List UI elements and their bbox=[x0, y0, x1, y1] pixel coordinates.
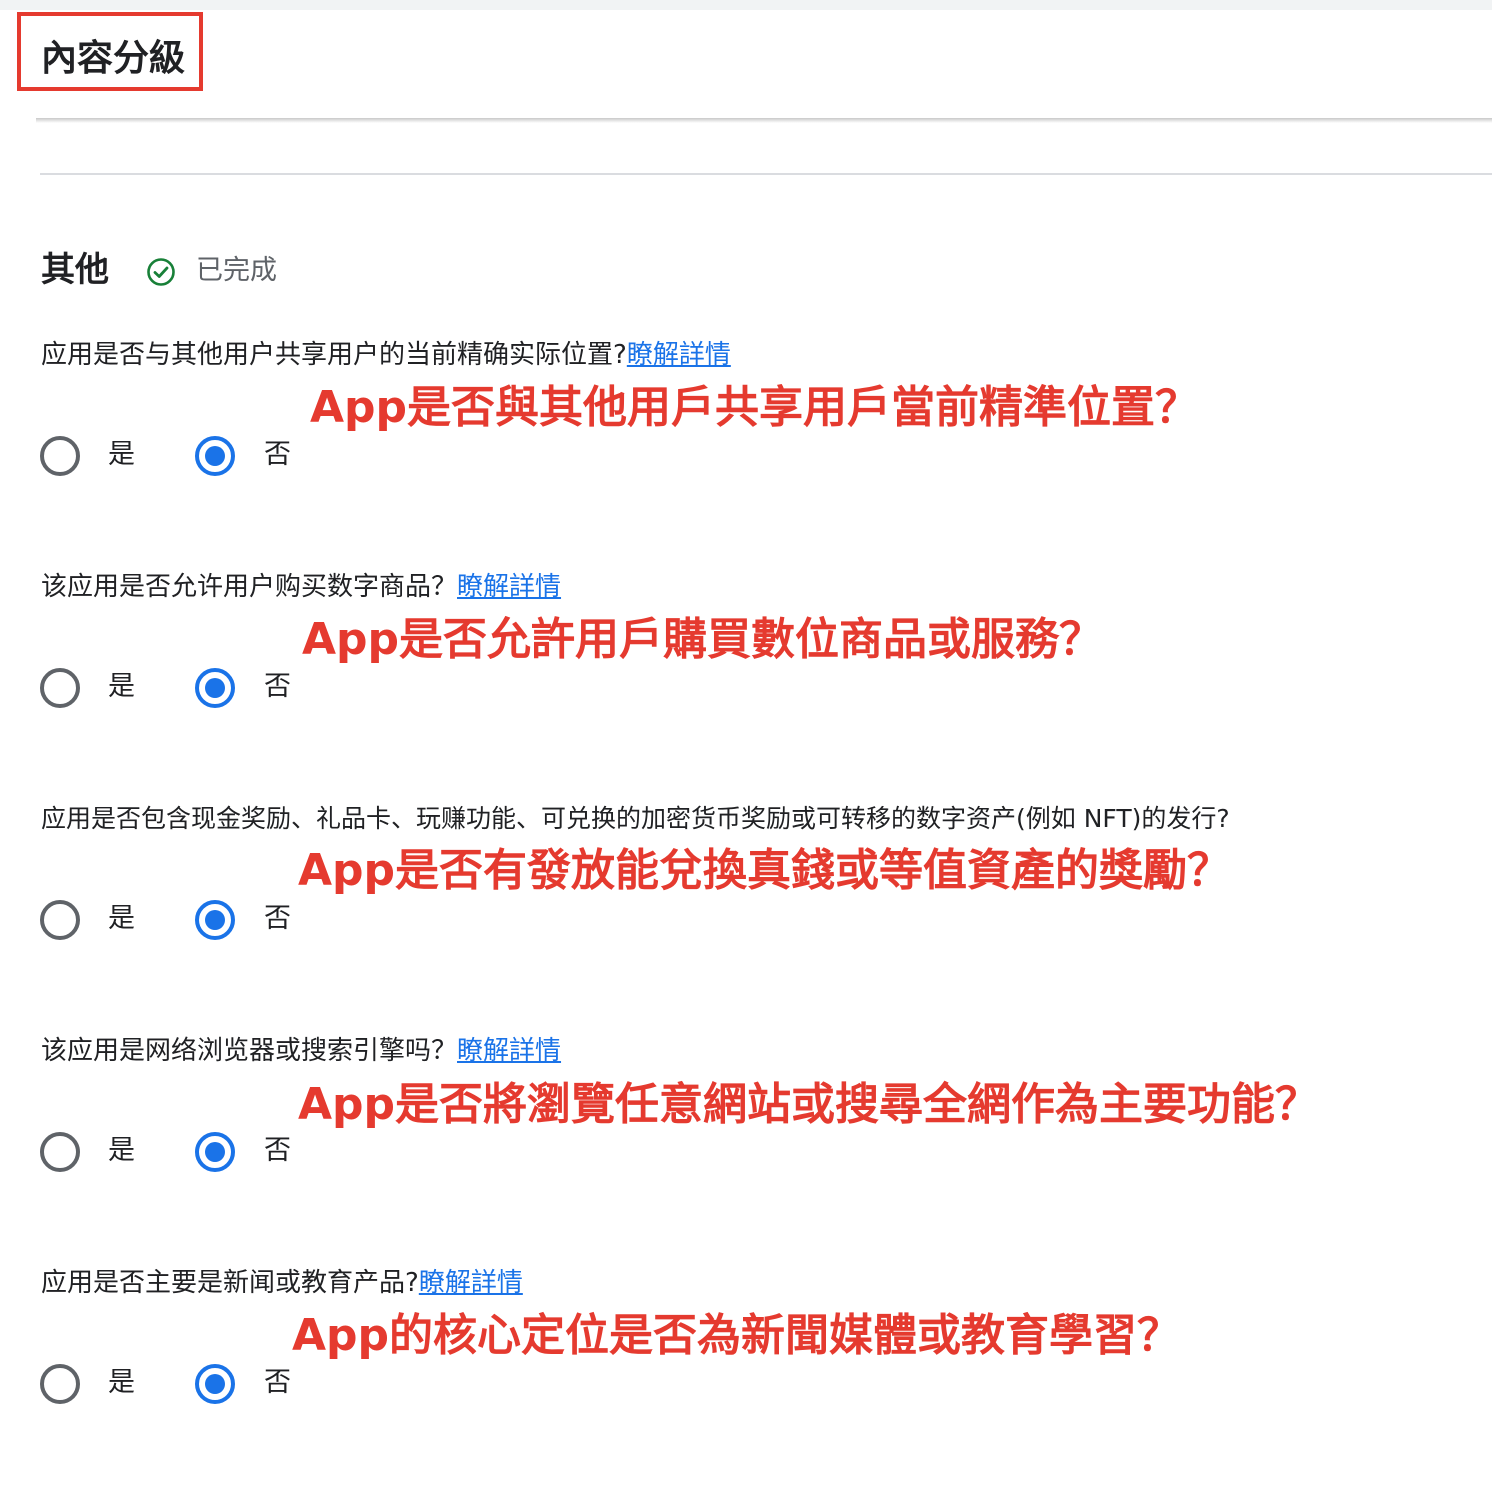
question-text: 应用是否包含现金奖励、礼品卡、玩赚功能、可兑换的加密货币奖励或可转移的数字资产(… bbox=[41, 804, 1230, 833]
learn-more-link[interactable]: 瞭解詳情 bbox=[627, 340, 731, 370]
radio-yes-digital-purchases[interactable] bbox=[40, 668, 80, 708]
option-label-yes: 是 bbox=[108, 903, 135, 934]
radio-yes-browser-search[interactable] bbox=[40, 1132, 80, 1172]
option-label-no: 否 bbox=[264, 1367, 291, 1398]
annotation-location-sharing: App是否與其他用戶共享用戶當前精準位置？ bbox=[310, 382, 1200, 433]
radio-yes-cash-rewards[interactable] bbox=[40, 900, 80, 940]
question-digital-purchases: 该应用是否允许用户购买数字商品？瞭解詳情 bbox=[41, 569, 561, 605]
option-label-no: 否 bbox=[264, 671, 291, 702]
question-text: 该应用是否允许用户购买数字商品？ bbox=[41, 572, 458, 602]
question-browser-search: 该应用是网络浏览器或搜索引擎吗？瞭解詳情 bbox=[41, 1033, 561, 1069]
option-label-yes: 是 bbox=[108, 1367, 135, 1398]
option-label-no: 否 bbox=[264, 903, 291, 934]
learn-more-link[interactable]: 瞭解詳情 bbox=[457, 1036, 561, 1066]
radio-yes-news-education[interactable] bbox=[40, 1364, 80, 1404]
option-label-no: 否 bbox=[264, 1135, 291, 1166]
radio-no-news-education[interactable] bbox=[195, 1364, 235, 1404]
question-news-education: 应用是否主要是新闻或教育产品?瞭解詳情 bbox=[41, 1265, 523, 1301]
question-location-sharing: 应用是否与其他用户共享用户的当前精确实际位置?瞭解詳情 bbox=[41, 337, 731, 373]
radio-no-digital-purchases[interactable] bbox=[195, 668, 235, 708]
radio-no-browser-search[interactable] bbox=[195, 1132, 235, 1172]
option-label-no: 否 bbox=[264, 439, 291, 470]
option-label-yes: 是 bbox=[108, 1135, 135, 1166]
option-label-yes: 是 bbox=[108, 671, 135, 702]
header-shadow bbox=[36, 118, 1492, 123]
option-label-yes: 是 bbox=[108, 439, 135, 470]
check-circle-icon bbox=[147, 258, 175, 286]
radio-yes-location-sharing[interactable] bbox=[40, 436, 80, 476]
question-text: 应用是否与其他用户共享用户的当前精确实际位置? bbox=[41, 340, 627, 370]
question-text: 该应用是网络浏览器或搜索引擎吗？ bbox=[41, 1036, 458, 1066]
section-title: 其他 bbox=[41, 250, 109, 290]
status-text: 已完成 bbox=[196, 255, 277, 286]
annotation-cash-rewards: App是否有發放能兌換真錢或等值資產的獎勵？ bbox=[298, 845, 1232, 896]
question-cash-rewards: 应用是否包含现金奖励、礼品卡、玩赚功能、可兑换的加密货币奖励或可转移的数字资产(… bbox=[41, 801, 1230, 837]
annotation-news-education: App的核心定位是否為新聞媒體或教育學習？ bbox=[292, 1310, 1182, 1361]
learn-more-link[interactable]: 瞭解詳情 bbox=[457, 572, 561, 602]
top-strip bbox=[0, 0, 1492, 10]
learn-more-link[interactable]: 瞭解詳情 bbox=[419, 1268, 523, 1298]
annotation-digital-purchases: App是否允許用戶購買數位商品或服務？ bbox=[302, 614, 1104, 665]
page-title: 內容分級 bbox=[41, 38, 186, 79]
section-divider bbox=[40, 173, 1492, 175]
annotation-browser-search: App是否將瀏覽任意網站或搜尋全網作為主要功能？ bbox=[298, 1079, 1320, 1130]
question-text: 应用是否主要是新闻或教育产品? bbox=[41, 1268, 419, 1298]
radio-no-location-sharing[interactable] bbox=[195, 436, 235, 476]
radio-no-cash-rewards[interactable] bbox=[195, 900, 235, 940]
